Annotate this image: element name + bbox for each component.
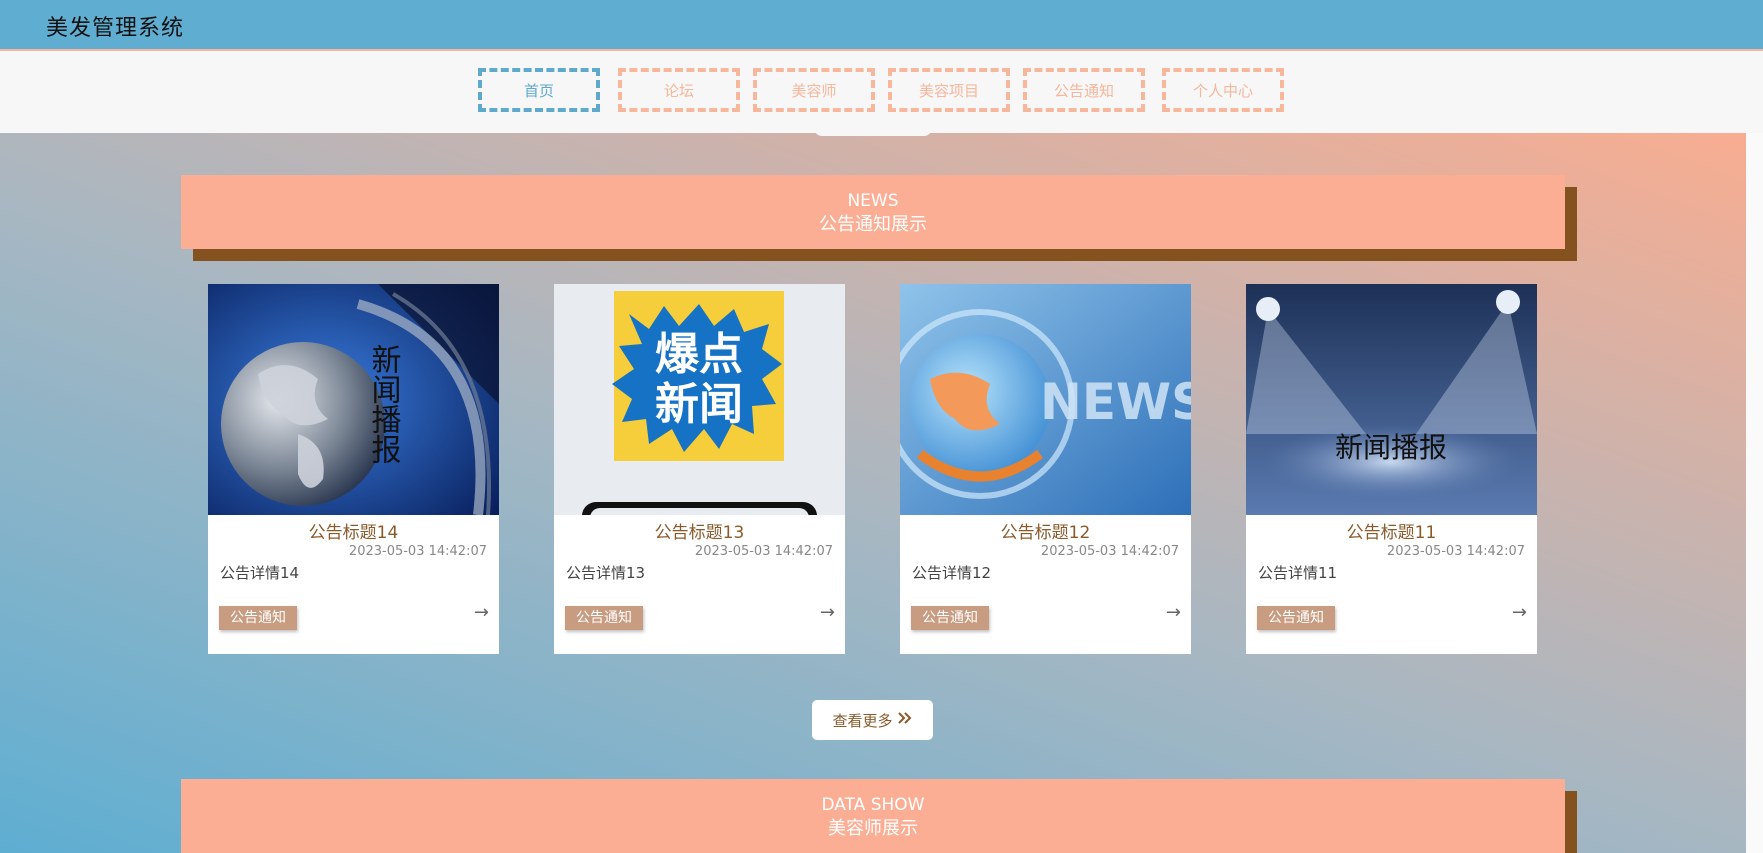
page-scrollbar[interactable] bbox=[1746, 133, 1763, 853]
news-card-image-text-line2: 新闻 bbox=[655, 379, 743, 430]
arrow-right-icon[interactable]: → bbox=[1512, 602, 1527, 623]
news-card-image-text: 新闻播报 bbox=[1335, 431, 1447, 464]
data-show-section-banner: DATA SHOW 美容师展示 bbox=[181, 779, 1565, 853]
nav-item-beautician[interactable]: 美容师 bbox=[753, 68, 875, 112]
news-section-cn-title: 公告通知展示 bbox=[819, 214, 927, 235]
news-card-tag: 公告通知 bbox=[219, 606, 297, 630]
nav-item-announcements[interactable]: 公告通知 bbox=[1023, 68, 1145, 112]
nav-item-home[interactable]: 首页 bbox=[478, 68, 600, 112]
top-header: 美发管理系统 bbox=[0, 0, 1763, 51]
news-card-detail: 公告详情11 bbox=[1258, 564, 1338, 582]
news-card-time: 2023-05-03 14:42:07 bbox=[1040, 544, 1179, 559]
news-card-image[interactable]: 新闻播报 bbox=[208, 284, 499, 515]
nav-item-personal-center[interactable]: 个人中心 bbox=[1162, 68, 1284, 112]
nav-item-forum[interactable]: 论坛 bbox=[618, 68, 740, 112]
news-card-image-text-line1: 爆点 bbox=[655, 329, 743, 380]
news-card-image[interactable]: NEWS bbox=[900, 284, 1191, 515]
news-card-image[interactable]: 爆点 新闻 bbox=[554, 284, 845, 515]
news-card-time: 2023-05-03 14:42:07 bbox=[1386, 544, 1525, 559]
nav-tab-decoration bbox=[814, 128, 932, 136]
news-section-banner: NEWS 公告通知展示 bbox=[181, 175, 1565, 249]
arrow-right-icon[interactable]: → bbox=[474, 602, 489, 623]
news-card-image[interactable]: 新闻播报 bbox=[1246, 284, 1537, 515]
news-section-en-title: NEWS bbox=[847, 191, 899, 211]
news-card-detail: 公告详情12 bbox=[912, 564, 992, 582]
news-card-time: 2023-05-03 14:42:07 bbox=[694, 544, 833, 559]
news-card[interactable]: 新闻播报 公告标题11 2023-05-03 14:42:07 公告详情11 公… bbox=[1246, 284, 1537, 654]
double-chevron-right-icon bbox=[897, 710, 913, 730]
news-card-image-text: NEWS bbox=[1040, 373, 1191, 431]
news-card-title[interactable]: 公告标题12 bbox=[900, 518, 1191, 543]
news-card-detail: 公告详情14 bbox=[220, 564, 300, 582]
news-card-tag: 公告通知 bbox=[1257, 606, 1335, 630]
news-card-tag: 公告通知 bbox=[565, 606, 643, 630]
news-card[interactable]: 新闻播报 公告标题14 2023-05-03 14:42:07 公告详情14 公… bbox=[208, 284, 499, 654]
news-card-time: 2023-05-03 14:42:07 bbox=[348, 544, 487, 559]
news-card[interactable]: NEWS 公告标题12 2023-05-03 14:42:07 公告详情12 公… bbox=[900, 284, 1191, 654]
news-card-image-text: 新闻播报 bbox=[366, 344, 402, 464]
nav-item-beauty-projects[interactable]: 美容项目 bbox=[888, 68, 1010, 112]
news-card-detail: 公告详情13 bbox=[566, 564, 646, 582]
data-show-cn-title: 美容师展示 bbox=[828, 818, 918, 839]
view-more-label: 查看更多 bbox=[832, 711, 893, 730]
arrow-right-icon[interactable]: → bbox=[820, 602, 835, 623]
main-nav: 首页 论坛 美容师 美容项目 公告通知 个人中心 bbox=[0, 51, 1763, 133]
news-card[interactable]: 爆点 新闻 公告标题13 2023-05-03 14:42:07 公告详情13 … bbox=[554, 284, 845, 654]
news-card-title[interactable]: 公告标题14 bbox=[208, 518, 499, 543]
app-title: 美发管理系统 bbox=[46, 16, 185, 41]
news-card-title[interactable]: 公告标题13 bbox=[554, 518, 845, 543]
news-card-title[interactable]: 公告标题11 bbox=[1246, 518, 1537, 543]
view-more-button[interactable]: 查看更多 bbox=[812, 700, 933, 740]
arrow-right-icon[interactable]: → bbox=[1166, 602, 1181, 623]
news-card-tag: 公告通知 bbox=[911, 606, 989, 630]
data-show-en-title: DATA SHOW bbox=[821, 795, 925, 815]
